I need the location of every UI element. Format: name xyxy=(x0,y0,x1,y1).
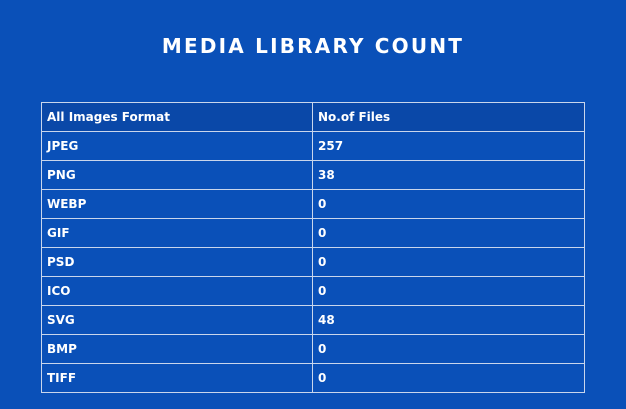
column-header-format: All Images Format xyxy=(41,102,313,132)
table-row: ICO 0 xyxy=(41,276,585,306)
table-row: WEBP 0 xyxy=(41,189,585,219)
table-row: SVG 48 xyxy=(41,305,585,335)
table-row: JPEG 257 xyxy=(41,131,585,161)
table-header-row: All Images Format No.of Files xyxy=(41,102,585,132)
count-cell: 0 xyxy=(312,334,585,364)
count-cell: 0 xyxy=(312,218,585,248)
count-cell: 38 xyxy=(312,160,585,190)
format-cell: WEBP xyxy=(41,189,313,219)
format-cell: PNG xyxy=(41,160,313,190)
media-count-table: All Images Format No.of Files JPEG 257 P… xyxy=(41,102,585,393)
format-cell: JPEG xyxy=(41,131,313,161)
format-cell: ICO xyxy=(41,276,313,306)
format-cell: TIFF xyxy=(41,363,313,393)
count-cell: 0 xyxy=(312,189,585,219)
column-header-count: No.of Files xyxy=(312,102,585,132)
count-cell: 0 xyxy=(312,363,585,393)
table-row: PSD 0 xyxy=(41,247,585,277)
table-row: GIF 0 xyxy=(41,218,585,248)
count-cell: 257 xyxy=(312,131,585,161)
count-cell: 48 xyxy=(312,305,585,335)
count-cell: 0 xyxy=(312,247,585,277)
format-cell: BMP xyxy=(41,334,313,364)
format-cell: PSD xyxy=(41,247,313,277)
media-library-page: MEDIA LIBRARY COUNT All Images Format No… xyxy=(0,0,626,409)
format-cell: GIF xyxy=(41,218,313,248)
media-count-table-container: All Images Format No.of Files JPEG 257 P… xyxy=(41,102,585,393)
table-row: BMP 0 xyxy=(41,334,585,364)
table-row: TIFF 0 xyxy=(41,363,585,393)
page-title: MEDIA LIBRARY COUNT xyxy=(161,34,465,58)
format-cell: SVG xyxy=(41,305,313,335)
table-row: PNG 38 xyxy=(41,160,585,190)
count-cell: 0 xyxy=(312,276,585,306)
